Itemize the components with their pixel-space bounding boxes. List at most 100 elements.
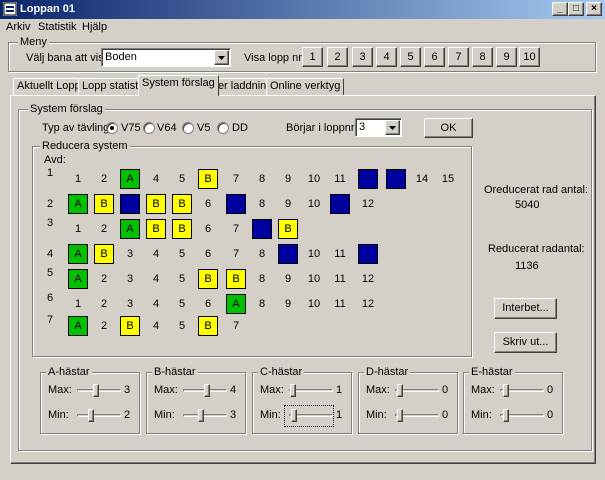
grid-cell[interactable]: 8 [252,294,272,314]
grid-cell-blocked[interactable]: 11 [330,194,350,214]
radio-v64[interactable] [143,122,155,134]
grid-cell-b[interactable]: B [94,244,114,264]
grid-cell[interactable]: 8 [252,244,272,264]
grid-cell-a[interactable]: A [226,294,246,314]
ok-button[interactable]: OK [424,118,473,138]
grid-cell[interactable]: 9 [278,169,298,189]
grid-cell[interactable]: 11 [330,169,350,189]
max-slider-thumb[interactable] [503,384,509,397]
min-slider-thumb[interactable] [198,409,204,422]
grid-cell-blocked[interactable]: 9 [278,244,298,264]
max-slider-thumb[interactable] [290,384,296,397]
grid-cell[interactable]: 5 [172,244,192,264]
grid-cell[interactable]: 9 [278,194,298,214]
grid-cell[interactable]: 7 [226,316,246,336]
min-slider-thumb[interactable] [397,409,403,422]
grid-cell-b[interactable]: B [120,316,140,336]
grid-cell[interactable]: 3 [120,244,140,264]
grid-cell[interactable]: 9 [278,294,298,314]
grid-cell[interactable]: 4 [146,244,166,264]
grid-cell-a[interactable]: A [68,194,88,214]
grid-cell[interactable]: 2 [94,294,114,314]
borjar-dropdown[interactable]: 3 [355,118,402,137]
grid-cell[interactable]: 3 [120,269,140,289]
grid-cell-a[interactable]: A [68,244,88,264]
borjar-dropdown-button[interactable] [385,120,400,135]
grid-cell[interactable]: 7 [226,244,246,264]
grid-cell[interactable]: 2 [94,269,114,289]
grid-cell[interactable]: 2 [94,169,114,189]
grid-cell-blocked[interactable]: 3 [120,194,140,214]
grid-cell[interactable]: 5 [172,269,192,289]
grid-cell[interactable]: 11 [330,269,350,289]
grid-cell[interactable]: 9 [278,269,298,289]
grid-cell[interactable]: 10 [304,194,324,214]
grid-cell[interactable]: 5 [172,294,192,314]
grid-cell[interactable]: 4 [146,169,166,189]
grid-cell[interactable]: 7 [226,169,246,189]
grid-cell-b[interactable]: B [172,194,192,214]
grid-cell[interactable]: 12 [358,194,378,214]
grid-cell[interactable]: 6 [198,194,218,214]
grid-cell-b[interactable]: B [94,194,114,214]
grid-cell[interactable]: 6 [198,294,218,314]
grid-cell[interactable]: 8 [252,269,272,289]
grid-cell-b[interactable]: B [146,194,166,214]
grid-cell-b[interactable]: B [172,219,192,239]
grid-cell[interactable]: 4 [146,294,166,314]
grid-cell[interactable]: 14 [412,169,432,189]
grid-cell[interactable]: 10 [304,169,324,189]
max-slider-thumb[interactable] [397,384,403,397]
grid-cell-a[interactable]: A [120,219,140,239]
grid-cell-b[interactable]: B [278,219,298,239]
grid-cell[interactable]: 10 [304,294,324,314]
grid-cell[interactable]: 15 [438,169,458,189]
min-slider[interactable] [77,414,121,417]
max-slider-thumb[interactable] [93,384,99,397]
grid-cell[interactable]: 8 [252,194,272,214]
min-slider[interactable] [183,414,227,417]
grid-cell-b[interactable]: B [198,316,218,336]
grid-cell[interactable]: 6 [198,244,218,264]
grid-cell[interactable]: 12 [358,294,378,314]
grid-cell-blocked[interactable]: 12 [358,244,378,264]
grid-cell-b[interactable]: B [198,169,218,189]
grid-cell[interactable]: 6 [198,219,218,239]
grid-cell-blocked[interactable]: 13 [386,169,406,189]
interbet-button[interactable]: Interbet... [494,298,557,319]
max-slider[interactable] [77,389,121,392]
grid-cell[interactable]: 10 [304,269,324,289]
grid-cell[interactable]: 7 [226,219,246,239]
grid-cell[interactable]: 5 [172,316,192,336]
radio-dd[interactable] [217,122,229,134]
grid-cell[interactable]: 5 [172,169,192,189]
grid-cell[interactable]: 3 [120,294,140,314]
grid-cell-b[interactable]: B [226,269,246,289]
skriv-ut-button[interactable]: Skriv ut... [494,332,557,353]
grid-cell-b[interactable]: B [146,219,166,239]
grid-cell[interactable]: 11 [330,294,350,314]
grid-cell[interactable]: 12 [358,269,378,289]
grid-cell[interactable]: 2 [94,219,114,239]
grid-cell[interactable]: 1 [68,219,88,239]
grid-cell-blocked[interactable]: 7 [226,194,246,214]
grid-cell[interactable]: 4 [146,269,166,289]
min-slider-thumb[interactable] [88,409,94,422]
grid-cell-blocked[interactable]: 12 [358,169,378,189]
grid-cell[interactable]: 11 [330,244,350,264]
min-slider-thumb[interactable] [291,409,297,422]
grid-cell-blocked[interactable]: 8 [252,219,272,239]
grid-cell-a[interactable]: A [68,269,88,289]
grid-cell[interactable]: 8 [252,169,272,189]
grid-cell[interactable]: 4 [146,316,166,336]
grid-cell[interactable]: 1 [68,169,88,189]
grid-cell-a[interactable]: A [120,169,140,189]
grid-cell-a[interactable]: A [68,316,88,336]
grid-cell-b[interactable]: B [198,269,218,289]
max-slider-thumb[interactable] [204,384,210,397]
radio-v75[interactable] [106,122,118,134]
radio-v5[interactable] [182,122,194,134]
grid-cell[interactable]: 2 [94,316,114,336]
grid-cell[interactable]: 10 [304,244,324,264]
grid-cell[interactable]: 1 [68,294,88,314]
